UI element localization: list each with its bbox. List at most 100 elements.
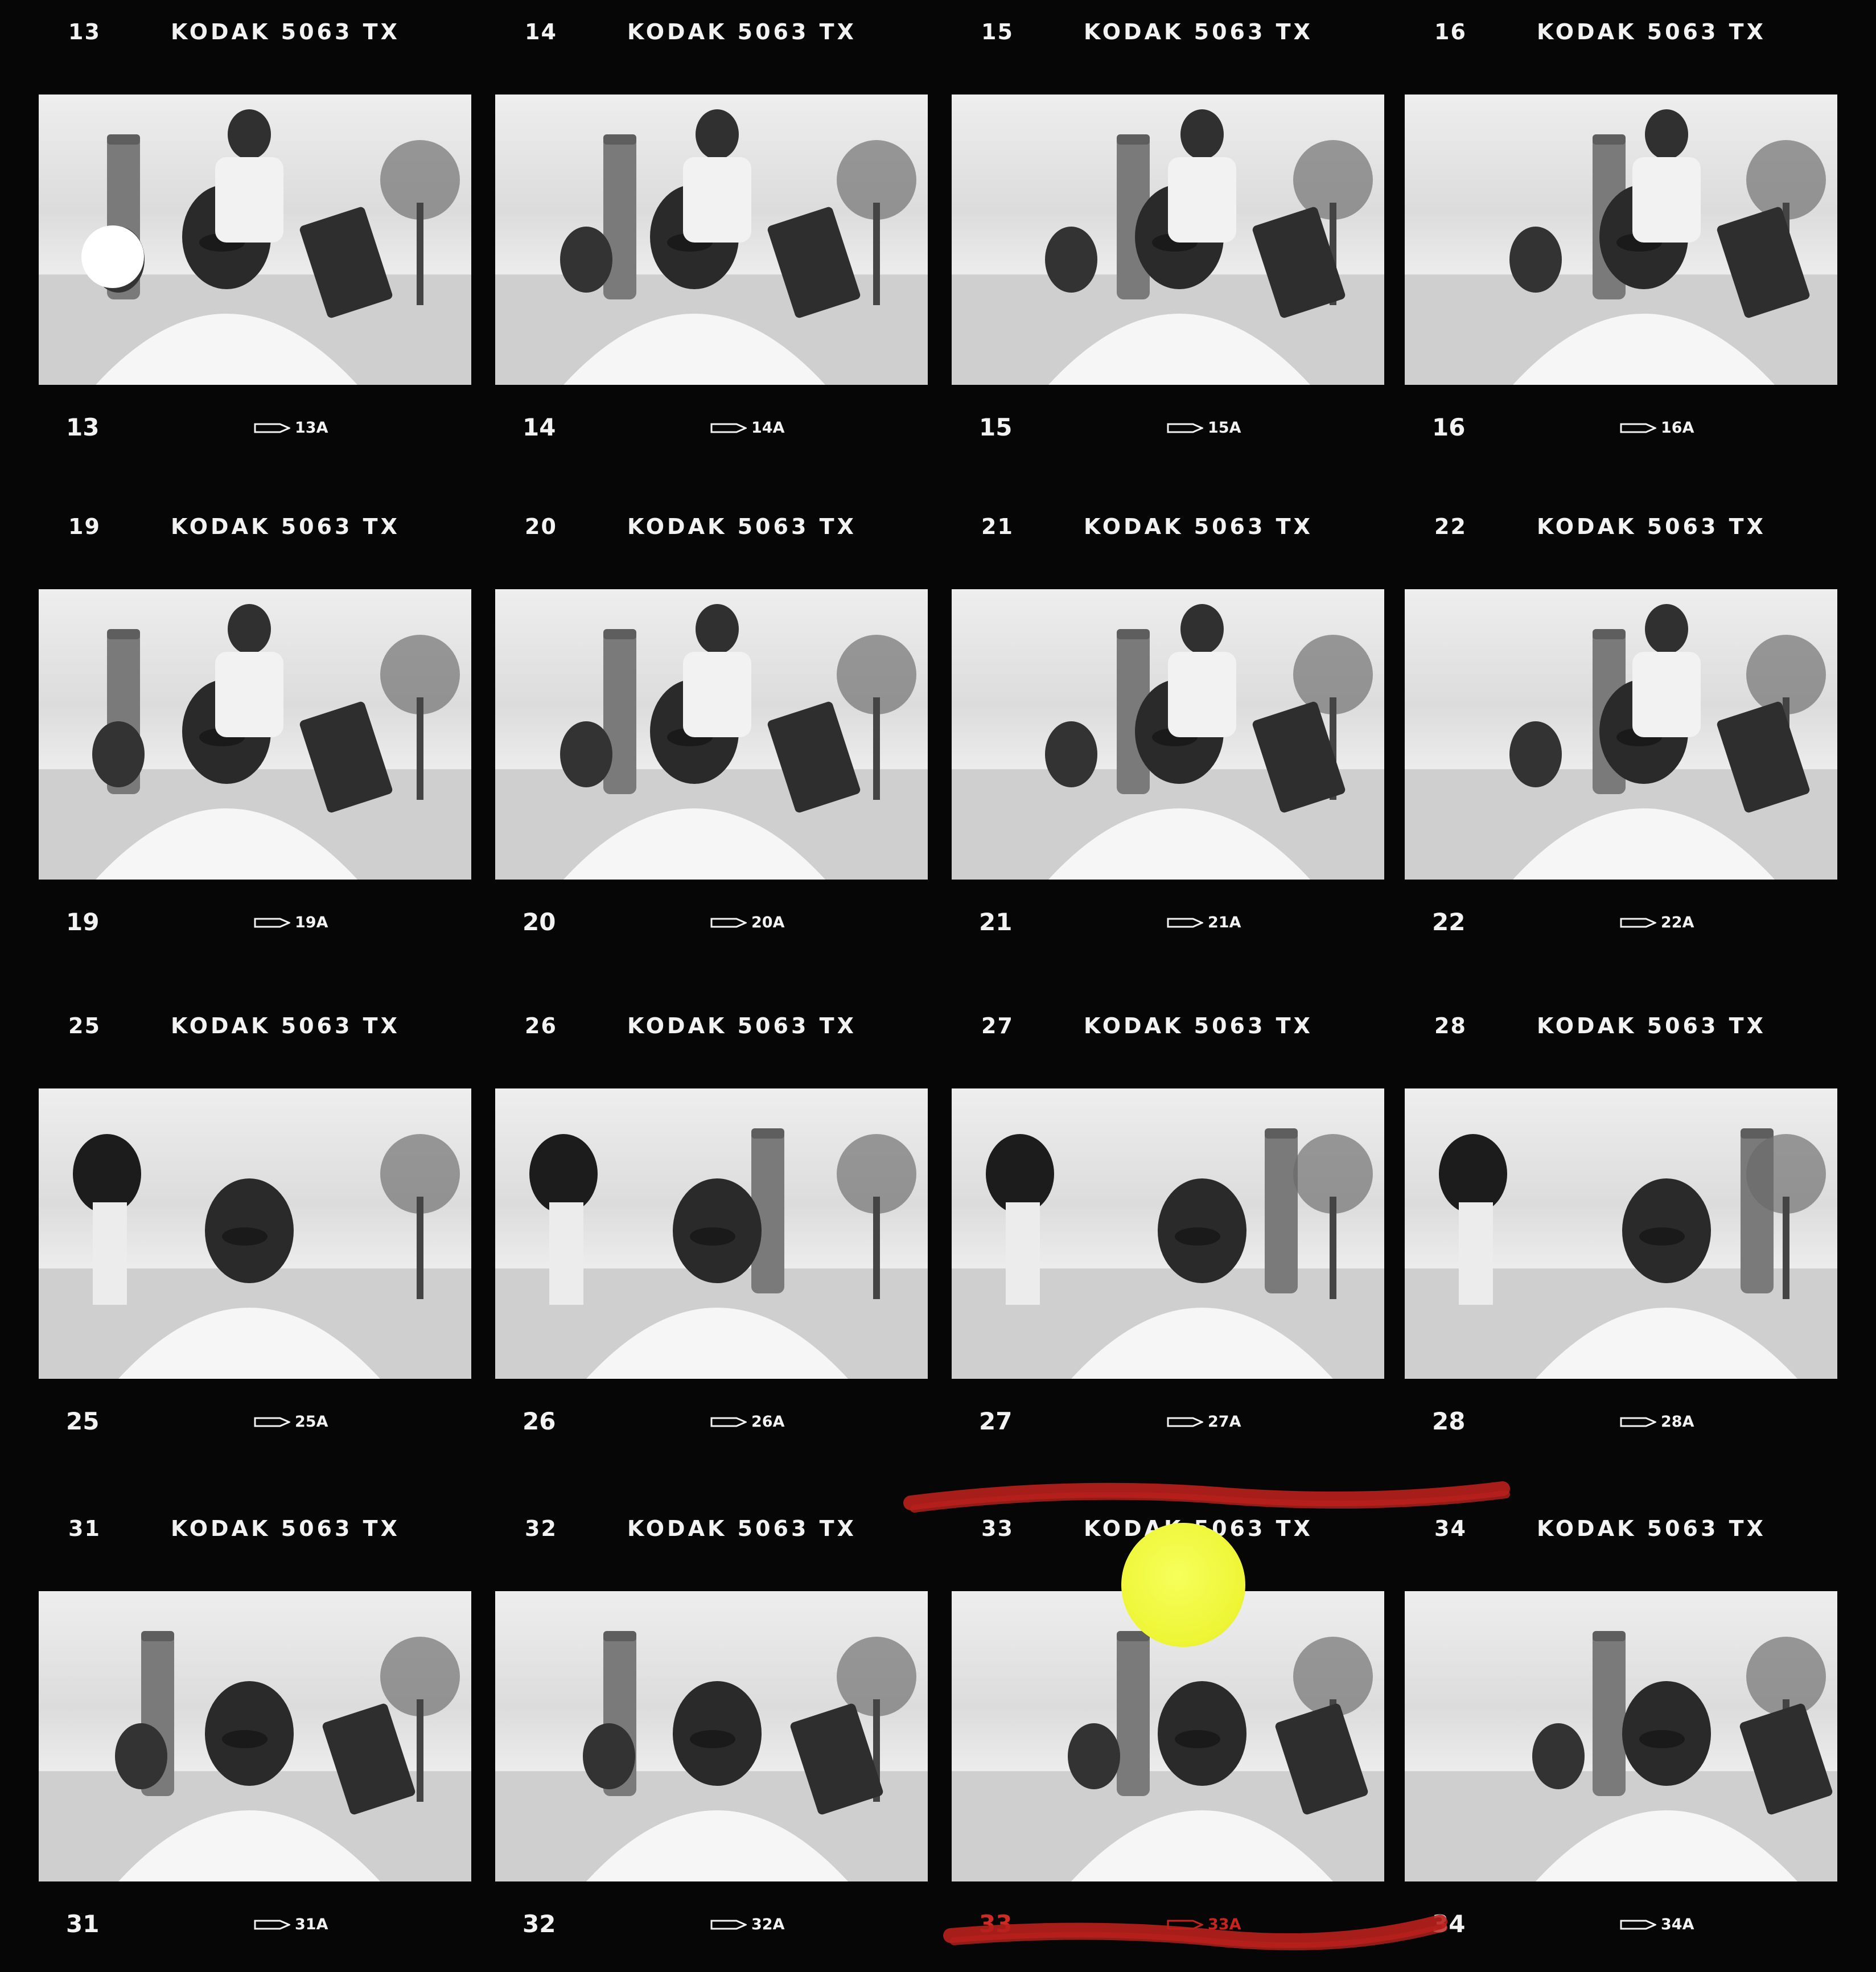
film-brand-label: KODAK 5063 TX — [1537, 1013, 1766, 1038]
frame-code-label: 14A — [751, 419, 785, 437]
frame-number-bottom: 16 — [1432, 413, 1466, 441]
frame-photo[interactable] — [952, 589, 1384, 880]
frame-number-bottom: 15 — [979, 413, 1013, 441]
frame-photo[interactable] — [1405, 1088, 1837, 1379]
frame-pointer-arrow-icon — [254, 423, 290, 433]
frame-edge-code: 14A — [710, 419, 784, 437]
frame-number-bottom: 21 — [979, 908, 1013, 936]
frame-number-top: 27 — [981, 1013, 1014, 1038]
frame-number-top: 31 — [68, 1516, 101, 1541]
frame-photo-image — [1405, 1631, 1837, 1881]
frame-edge-code: 20A — [710, 914, 784, 931]
yellow-dot-sticker — [1121, 1523, 1245, 1647]
frame-code-label: 21A — [1208, 914, 1241, 931]
frame-photo-image — [952, 109, 1384, 385]
frame-pointer-arrow-icon — [1167, 423, 1203, 433]
frame-edge-code: 31A — [254, 1916, 328, 1933]
film-brand-label: KODAK 5063 TX — [627, 514, 857, 539]
frame-number-top: 28 — [1434, 1013, 1467, 1038]
frame-pointer-arrow-icon — [1167, 918, 1203, 927]
frame-photo[interactable] — [495, 1591, 928, 1881]
frame-number-top: 22 — [1434, 514, 1467, 539]
frame-code-label: 15A — [1208, 419, 1241, 437]
frame-photo-image — [1405, 604, 1837, 880]
frame-photo[interactable] — [952, 95, 1384, 385]
frame-number-bottom: 13 — [66, 413, 100, 441]
frame-photo-image — [39, 1134, 471, 1379]
frame-edge-code: 16A — [1620, 419, 1694, 437]
frame-number-top: 32 — [525, 1516, 557, 1541]
frame-photo[interactable] — [39, 95, 471, 385]
film-brand-label: KODAK 5063 TX — [1537, 1516, 1766, 1541]
film-brand-label: KODAK 5063 TX — [171, 1013, 400, 1038]
film-brand-label: KODAK 5063 TX — [171, 1516, 400, 1541]
frame-photo-image — [1405, 1128, 1837, 1379]
frame-pointer-arrow-icon — [1620, 1920, 1656, 1929]
frame-edge-code: 13A — [254, 419, 328, 437]
frame-number-bottom: 20 — [523, 908, 556, 936]
film-brand-label: KODAK 5063 TX — [627, 1516, 857, 1541]
frame-number-bottom: 26 — [523, 1407, 556, 1435]
frame-photo[interactable] — [39, 1088, 471, 1379]
film-brand-label: KODAK 5063 TX — [1084, 514, 1313, 539]
red-marker-line-bottom — [943, 1915, 1447, 1950]
frame-pointer-arrow-icon — [254, 1920, 290, 1929]
frame-photo[interactable] — [952, 1088, 1384, 1379]
frame-edge-code: 21A — [1167, 914, 1241, 931]
frame-edge-code: 19A — [254, 914, 328, 931]
frame-number-bottom: 32 — [523, 1910, 556, 1938]
frame-photo[interactable] — [1405, 589, 1837, 880]
frame-photo[interactable] — [495, 589, 928, 880]
frame-number-top: 15 — [981, 19, 1014, 44]
frame-number-top: 19 — [68, 514, 101, 539]
frame-pointer-arrow-icon — [710, 1417, 747, 1427]
film-brand-label: KODAK 5063 TX — [627, 19, 857, 44]
frame-number-bottom: 28 — [1432, 1407, 1466, 1435]
frame-pointer-arrow-icon — [1620, 1417, 1656, 1427]
frame-code-label: 13A — [295, 419, 328, 437]
film-brand-label: KODAK 5063 TX — [1537, 19, 1766, 44]
frame-edge-code: 32A — [710, 1916, 784, 1933]
film-brand-label: KODAK 5063 TX — [627, 1013, 857, 1038]
frame-code-label: 28A — [1661, 1413, 1694, 1431]
frame-code-label: 34A — [1661, 1916, 1694, 1933]
frame-number-bottom: 14 — [523, 413, 556, 441]
frame-photo-image — [952, 1128, 1384, 1379]
frame-pointer-arrow-icon — [254, 1417, 290, 1427]
film-brand-label: KODAK 5063 TX — [1537, 514, 1766, 539]
frame-edge-code: 25A — [254, 1413, 328, 1431]
frame-number-top: 21 — [981, 514, 1014, 539]
frame-photo[interactable] — [1405, 95, 1837, 385]
film-brand-label: KODAK 5063 TX — [171, 514, 400, 539]
frame-number-top: 25 — [68, 1013, 101, 1038]
frame-edge-code: 22A — [1620, 914, 1694, 931]
frame-photo-image — [39, 109, 471, 385]
frame-photo[interactable] — [39, 1591, 471, 1881]
frame-code-label: 25A — [295, 1413, 328, 1431]
frame-photo[interactable] — [495, 1088, 928, 1379]
red-marker-line-top — [903, 1481, 1510, 1513]
frame-photo-image — [495, 109, 928, 385]
frame-number-top: 16 — [1434, 19, 1467, 44]
frame-photo-image — [39, 604, 471, 880]
frame-edge-code: 26A — [710, 1413, 784, 1431]
frame-pointer-arrow-icon — [1620, 423, 1656, 433]
frame-number-top: 13 — [68, 19, 101, 44]
frame-number-top: 20 — [525, 514, 557, 539]
frame-code-label: 26A — [751, 1413, 785, 1431]
frame-code-label: 27A — [1208, 1413, 1241, 1431]
frame-photo-image — [952, 604, 1384, 880]
frame-code-label: 19A — [295, 914, 328, 931]
frame-edge-code: 28A — [1620, 1413, 1694, 1431]
frame-photo-image — [495, 604, 928, 880]
frame-edge-code: 34A — [1620, 1916, 1694, 1933]
frame-photo[interactable] — [1405, 1591, 1837, 1881]
frame-photo[interactable] — [39, 589, 471, 880]
frame-photo-image — [1405, 109, 1837, 385]
frame-number-top: 14 — [525, 19, 557, 44]
frame-code-label: 22A — [1661, 914, 1694, 931]
frame-photo-image — [39, 1631, 471, 1881]
frame-photo-image — [495, 1631, 928, 1881]
frame-photo[interactable] — [495, 95, 928, 385]
frame-edge-code: 15A — [1167, 419, 1241, 437]
